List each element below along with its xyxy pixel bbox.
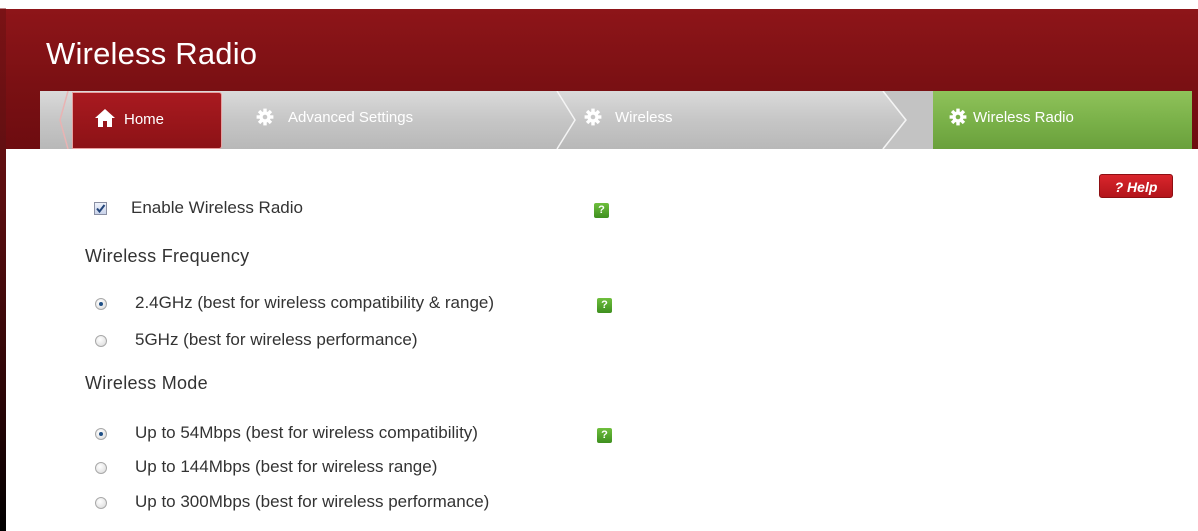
mode-option-label: Up to 144Mbps (best for wireless range) (135, 457, 438, 476)
breadcrumb-item-advanced-settings[interactable]: Advanced Settings (240, 91, 550, 149)
gear-icon (256, 108, 274, 131)
mode-option-label: Up to 300Mbps (best for wireless perform… (135, 492, 490, 511)
frequency-option-label: 5GHz (best for wireless performance) (135, 330, 418, 349)
radio-mode-300mbps[interactable] (95, 497, 107, 509)
page-title: Wireless Radio (46, 36, 258, 71)
breadcrumb: Wireless Radio Home Advanced Settings Wi… (40, 91, 1192, 149)
help-question-icon[interactable]: ? (597, 298, 612, 313)
gear-icon (584, 108, 602, 131)
mode-option-label: Up to 54Mbps (best for wireless compatib… (135, 423, 478, 442)
help-button[interactable]: ? Help (1099, 174, 1173, 198)
radio-frequency-2-4ghz[interactable] (95, 298, 107, 310)
breadcrumb-label-advanced-settings: Advanced Settings (288, 109, 414, 126)
breadcrumb-item-wireless[interactable]: Wireless (580, 91, 870, 149)
help-question-icon[interactable]: ? (594, 203, 609, 218)
settings-panel: ? Help Enable Wireless Radio ? Wireless … (40, 149, 1198, 531)
breadcrumb-item-home[interactable]: Home (72, 92, 222, 149)
frequency-option-label: 2.4GHz (best for wireless compatibility … (135, 293, 495, 312)
radio-mode-54mbps[interactable] (95, 428, 107, 440)
enable-wireless-radio-checkbox[interactable] (94, 202, 107, 215)
radio-mode-144mbps[interactable] (95, 462, 107, 474)
check-icon (96, 204, 106, 214)
home-icon (94, 108, 116, 133)
enable-wireless-radio-label: Enable Wireless Radio (131, 198, 303, 217)
breadcrumb-label-home: Home (124, 111, 165, 128)
help-question-icon[interactable]: ? (597, 428, 612, 443)
wireless-mode-heading: Wireless Mode (85, 373, 208, 393)
radio-frequency-5ghz[interactable] (95, 335, 107, 347)
breadcrumb-label-wireless: Wireless (615, 109, 673, 126)
wireless-frequency-heading: Wireless Frequency (85, 246, 250, 266)
